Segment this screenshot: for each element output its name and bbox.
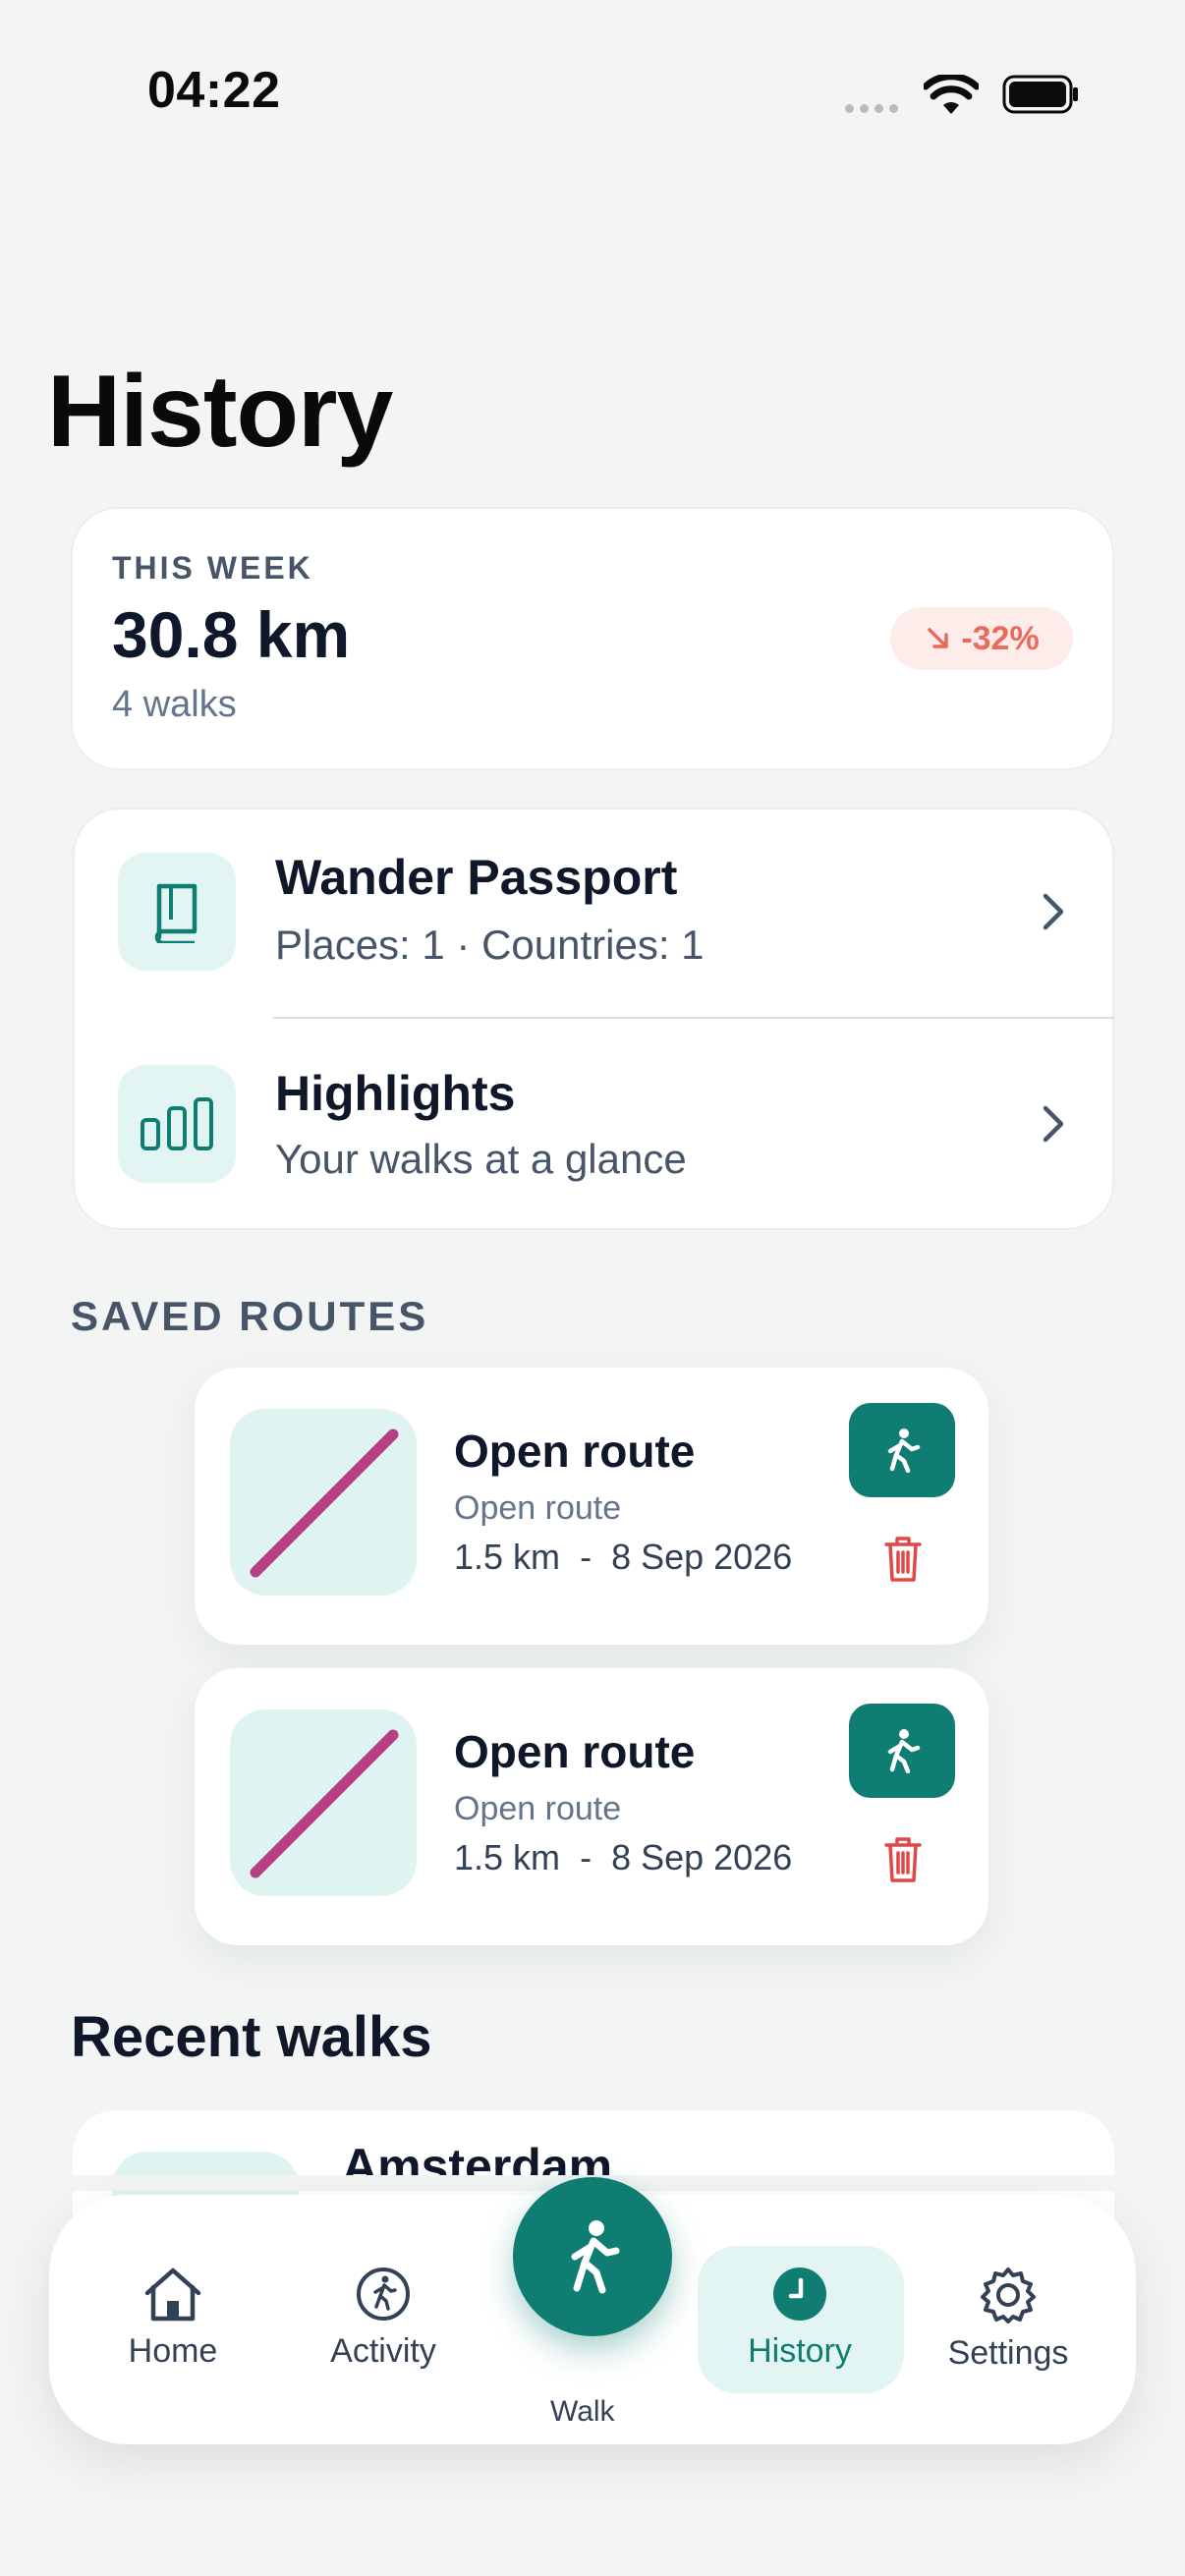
- book-icon: [154, 883, 198, 943]
- start-route-walk-button[interactable]: [849, 1704, 955, 1798]
- route-thumbnail: [230, 1709, 417, 1896]
- chevron-right-icon: [1043, 1105, 1064, 1143]
- status-icons: [845, 69, 1081, 128]
- wander-passport-title: Wander Passport: [275, 850, 678, 905]
- route-line: [250, 1428, 399, 1578]
- start-route-walk-button[interactable]: [849, 1403, 955, 1497]
- saved-route-card[interactable]: Open route Open route 1.5 km - 8 Sep 202…: [195, 1368, 988, 1645]
- walk-icon: [887, 1428, 921, 1473]
- route-distance: 1.5 km: [454, 1837, 561, 1877]
- activity-icon: [357, 2268, 410, 2321]
- saved-route-card[interactable]: Open route Open route 1.5 km - 8 Sep 202…: [195, 1668, 988, 1945]
- route-date: 8 Sep 2026: [611, 1837, 793, 1877]
- links-divider: [273, 1017, 1114, 1019]
- walk-fab-button[interactable]: [513, 2177, 672, 2336]
- route-title: Open route: [454, 1726, 696, 1777]
- gear-icon: [981, 2268, 1036, 2324]
- status-time: 04:22: [147, 62, 281, 119]
- route-date: 8 Sep 2026: [611, 1537, 793, 1577]
- trend-badge: -32%: [890, 607, 1073, 670]
- recent-walks-title: Recent walks: [71, 2005, 432, 2069]
- route-meta: 1.5 km - 8 Sep 2026: [454, 1837, 792, 1878]
- cellular-icon: [845, 104, 898, 113]
- week-distance: 30.8 km: [112, 598, 351, 671]
- route-meta: 1.5 km - 8 Sep 2026: [454, 1537, 792, 1578]
- tab-home[interactable]: Home: [75, 2266, 271, 2371]
- wander-passport-row[interactable]: Wander Passport Places: 1 · Countries: 1: [73, 808, 1114, 1016]
- home-icon: [144, 2268, 201, 2322]
- week-label: THIS WEEK: [112, 550, 313, 586]
- tab-label: Settings: [947, 2334, 1069, 2372]
- tab-label: Activity: [330, 2332, 436, 2370]
- page-title: History: [47, 355, 393, 469]
- route-subtitle: Open route: [454, 1489, 622, 1527]
- trash-icon[interactable]: [882, 1535, 924, 1584]
- route-line: [250, 1729, 399, 1878]
- route-title: Open route: [454, 1426, 696, 1477]
- highlights-row[interactable]: Highlights Your walks at a glance: [73, 1020, 1114, 1228]
- route-meta-separator: -: [580, 1837, 592, 1877]
- battery-icon: [1002, 75, 1078, 114]
- wifi-icon: [924, 75, 979, 114]
- wander-passport-subtitle: Places: 1 · Countries: 1: [275, 922, 705, 968]
- tab-activity[interactable]: Activity: [285, 2266, 481, 2371]
- history-icon: [773, 2268, 826, 2321]
- tab-label: Home: [128, 2332, 218, 2370]
- trend-down-icon: [928, 628, 949, 648]
- chevron-right-icon: [1043, 893, 1064, 930]
- route-thumbnail: [230, 1409, 417, 1596]
- saved-routes-label: SAVED ROUTES: [71, 1293, 429, 1339]
- tab-settings[interactable]: Settings: [910, 2266, 1106, 2373]
- bar-chart-icon: [141, 1097, 213, 1150]
- highlights-title: Highlights: [275, 1066, 516, 1121]
- route-subtitle: Open route: [454, 1790, 622, 1827]
- route-distance: 1.5 km: [454, 1537, 561, 1577]
- tab-walk-label: Walk: [550, 2395, 615, 2428]
- walk-icon: [571, 2220, 620, 2294]
- link-icon-box: [118, 1065, 236, 1183]
- tab-history[interactable]: History: [702, 2266, 898, 2371]
- week-walks-count: 4 walks: [112, 684, 237, 725]
- link-icon-box: [118, 853, 236, 971]
- tab-label: History: [748, 2332, 852, 2370]
- trend-value: -32%: [961, 619, 1040, 657]
- trash-icon[interactable]: [882, 1835, 924, 1884]
- walk-icon: [887, 1729, 921, 1773]
- route-meta-separator: -: [580, 1537, 592, 1577]
- highlights-subtitle: Your walks at a glance: [275, 1136, 687, 1182]
